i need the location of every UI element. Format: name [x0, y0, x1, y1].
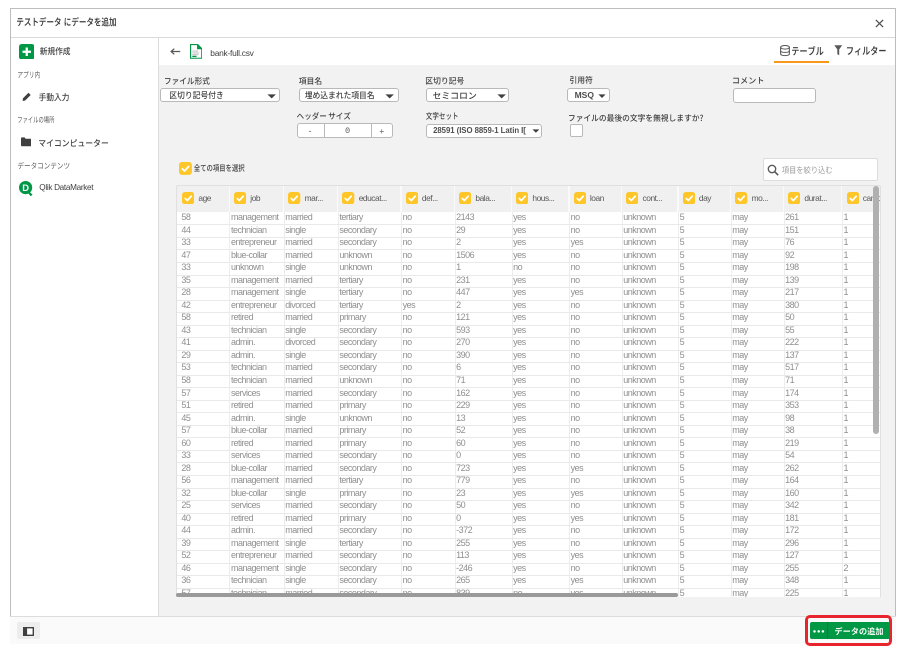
- svg-text:D: D: [23, 182, 30, 193]
